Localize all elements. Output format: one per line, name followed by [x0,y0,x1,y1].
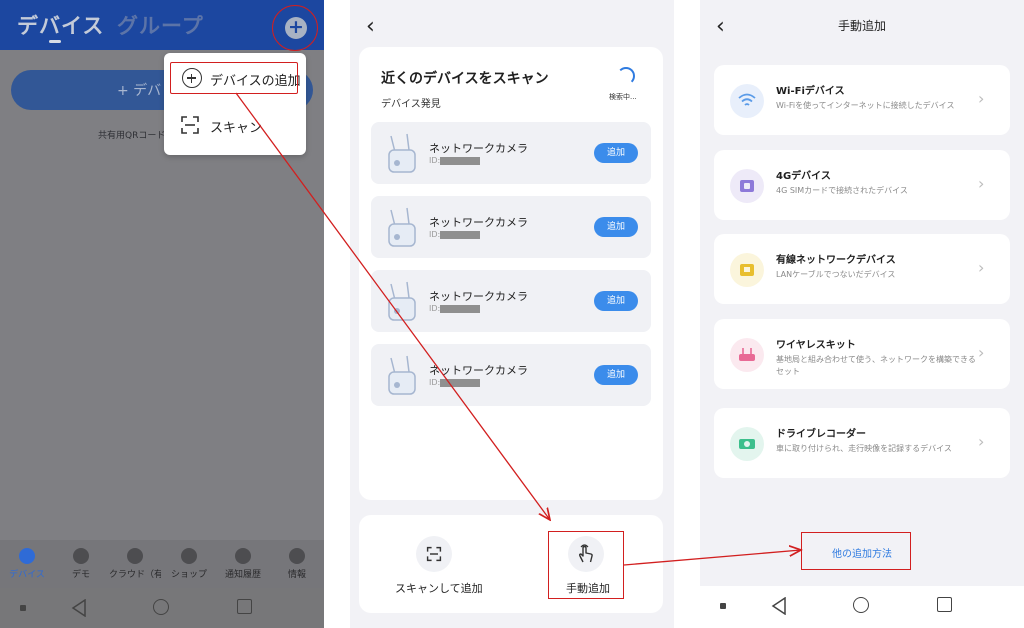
add-device-button[interactable]: 追加 [594,217,638,237]
sys-back-icon[interactable] [771,597,787,615]
sim-card-icon [730,169,764,203]
category-wifi[interactable]: Wi-Fiデバイス Wi-Fiを使ってインターネットに接続したデバイス › [714,65,1010,135]
tab-devices[interactable]: デバイス [17,10,104,40]
chevron-right-icon: › [978,432,985,451]
message-icon [235,548,251,564]
category-name: Wi-Fiデバイス [776,86,845,97]
sys-recent-icon[interactable] [937,597,952,612]
device-id: ID: [429,378,481,387]
loading-spinner-icon [617,67,635,85]
other-add-methods-link[interactable]: 他の追加方法 [832,545,892,560]
lan-icon [730,253,764,287]
chevron-right-icon: › [978,258,985,277]
scan-title: 近くのデバイスをスキャン [381,71,549,87]
category-name: 4Gデバイス [776,171,831,182]
scan-icon [426,546,442,562]
category-name: ワイヤレスキット [776,340,856,351]
device-icon [19,548,35,564]
found-label: デバイス発見 [381,99,441,110]
category-desc: 基地局と組み合わせて使う、ネットワークを構築できるセット [776,355,976,376]
nav-label: ショップ [170,570,207,580]
device-name: ネットワークカメラ [429,216,528,229]
highlight-box [170,62,298,94]
demo-icon [73,548,89,564]
nav-item-shop[interactable]: ショップ [163,548,215,584]
nav-label: 通知履歴 [224,570,261,580]
camera-icon [388,281,416,321]
device-row: ネットワークカメラ ID: 追加 [371,344,651,406]
chevron-right-icon: › [978,174,985,193]
dashcam-icon [730,427,764,461]
add-device-button[interactable]: 追加 [594,291,638,311]
device-row: ネットワークカメラ ID: 追加 [371,270,651,332]
menu-item-scan[interactable]: スキャン [174,111,298,139]
highlight-circle [272,5,318,51]
sys-home-icon[interactable] [853,597,869,613]
category-desc: 4G SIMカードで接続されたデバイス [776,186,908,195]
camera-icon [388,355,416,395]
nav-label: デバイス [9,570,45,580]
tab-indicator [49,40,61,43]
nav-label: 情報 [287,570,306,580]
nav-item-demo[interactable]: デモ [55,548,107,584]
device-id: ID: [429,230,481,239]
chevron-right-icon: › [978,89,985,108]
manual-add-screen: ‹ 手動追加 Wi-Fiデバイス Wi-Fiを使ってインターネットに接続したデバ… [700,0,1024,628]
wifi-icon [730,84,764,118]
device-row: ネットワークカメラ ID: 追加 [371,122,651,184]
category-dashcam[interactable]: ドライブレコーダー 車に取り付けられ、走行映像を記録するデバイス › [714,408,1010,478]
add-device-button-label: + デバ [117,83,162,99]
camera-icon [388,133,416,173]
router-icon [730,338,764,372]
tutorial-composite: デバイス グループ + + デバ 共有用QRコードを デバイスの追加 スキャン [0,0,1024,628]
add-device-button[interactable]: 追加 [594,365,638,385]
scan-icon [181,116,199,134]
system-nav-bar [0,588,324,628]
device-name: ネットワークカメラ [429,364,528,377]
device-name: ネットワークカメラ [429,142,528,155]
sys-home-icon[interactable] [153,599,169,615]
back-button[interactable]: ‹ [366,14,375,39]
device-row: ネットワークカメラ ID: 追加 [371,196,651,258]
device-id: ID: [429,156,481,165]
cloud-icon [127,548,143,564]
category-name: 有線ネットワークデバイス [776,255,896,266]
nav-label: デモ [71,570,90,580]
scan-screen: ‹ 近くのデバイスをスキャン デバイス発見 検索中... ネットワークカメラ I… [350,0,674,628]
category-4g[interactable]: 4Gデバイス 4G SIMカードで接続されたデバイス › [714,150,1010,220]
add-popup-menu: デバイスの追加 スキャン [164,53,306,155]
page-title: 手動追加 [837,19,886,33]
sys-menu-icon[interactable] [20,605,26,611]
nav-label: クラウド（有 [109,570,161,580]
tab-groups[interactable]: グループ [117,10,204,40]
highlight-box [548,531,624,599]
qr-hint-text: 共有用QRコードを [98,131,164,141]
searching-status: 検索中... [609,93,637,101]
sys-menu-icon[interactable] [720,603,726,609]
nav-item-info[interactable]: 情報 [271,548,323,584]
nav-item-notifications[interactable]: 通知履歴 [217,548,269,584]
category-wireless-kit[interactable]: ワイヤレスキット 基地局と組み合わせて使う、ネットワークを構築できるセット › [714,319,1010,389]
device-list-screen: デバイス グループ + + デバ 共有用QRコードを デバイスの追加 スキャン [0,0,324,628]
category-name: ドライブレコーダー [776,429,866,440]
category-desc: Wi-Fiを使ってインターネットに接続したデバイス [776,101,955,110]
category-desc: 車に取り付けられ、走行映像を記録するデバイス [776,444,952,453]
category-wired[interactable]: 有線ネットワークデバイス LANケーブルでつないだデバイス › [714,234,1010,304]
cart-icon [181,548,197,564]
sys-back-icon[interactable] [71,599,87,617]
nav-item-cloud[interactable]: クラウド（有 [109,548,161,584]
chevron-right-icon: › [978,343,985,362]
scan-add-label: スキャンして追加 [395,582,483,595]
menu-item-label: スキャン [210,121,263,136]
device-name: ネットワークカメラ [429,290,528,303]
category-desc: LANケーブルでつないだデバイス [776,270,896,279]
nav-item-devices[interactable]: デバイス [1,548,53,584]
device-id: ID: [429,304,481,313]
system-nav-bar [700,586,1024,628]
sys-recent-icon[interactable] [237,599,252,614]
add-device-button[interactable]: 追加 [594,143,638,163]
person-icon [289,548,305,564]
camera-icon [388,207,416,247]
scan-add-button[interactable] [416,536,452,572]
